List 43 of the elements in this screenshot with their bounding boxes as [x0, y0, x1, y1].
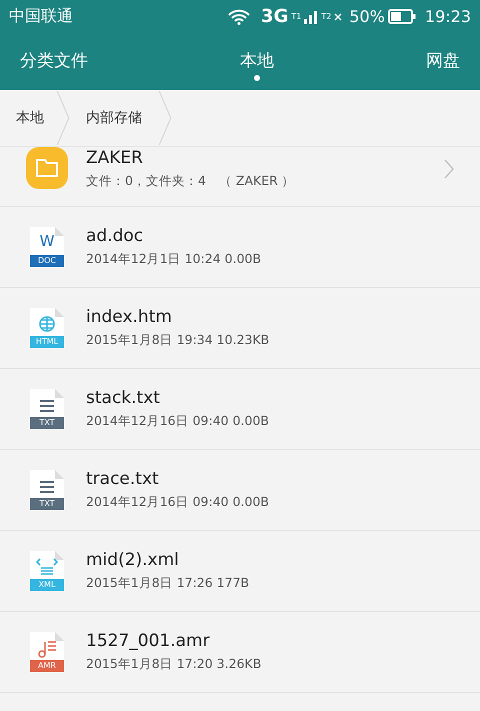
file-row[interactable]: AMR 1527_001.amr 2015年1月8日 17:20 3.26KB — [0, 612, 480, 693]
file-details: 2014年12月16日 09:40 0.00B — [86, 413, 270, 430]
file-row[interactable]: HTML index.htm 2015年1月8日 19:34 10.23KB — [0, 288, 480, 369]
carrier-name: 中国联通 — [9, 6, 73, 27]
file-details: 2014年12月1日 10:24 0.00B — [86, 251, 262, 268]
file-details: 2015年1月8日 19:34 10.23KB — [86, 332, 270, 349]
breadcrumb-item[interactable]: 内部存储 — [70, 109, 158, 127]
file-name: mid(2).xml — [86, 550, 180, 570]
battery-icon — [388, 9, 416, 24]
file-details: 2015年1月8日 17:20 3.26KB — [86, 656, 262, 673]
file-row[interactable]: TXT trace.txt 2014年12月16日 09:40 0.00B — [0, 450, 480, 531]
file-row[interactable]: W DOC ad.doc 2014年12月1日 10:24 0.00B — [0, 207, 480, 288]
folder-icon — [26, 147, 68, 189]
tab[interactable]: 分类文件 — [20, 49, 88, 74]
file-details: 2015年1月8日 17:26 177B — [86, 575, 250, 592]
signal-icon — [304, 10, 318, 24]
network-type: 3G — [261, 6, 288, 27]
wifi-icon — [228, 8, 250, 24]
file-icon: AMR — [30, 632, 64, 672]
file-row[interactable]: TXT stack.txt 2014年12月16日 09:40 0.00B — [0, 369, 480, 450]
file-icon: TXT — [30, 389, 64, 429]
file-name: trace.txt — [86, 469, 160, 489]
file-icon: HTML — [30, 308, 64, 348]
clock: 19:23 — [424, 7, 471, 26]
file-row[interactable]: ZAKER 文件：0，文件夹：4 （ ZAKER ） — [0, 147, 480, 207]
file-icon: XML — [30, 551, 64, 591]
file-details: 文件：0，文件夹：4 （ ZAKER ） — [86, 173, 295, 190]
battery-percent: 50% — [349, 7, 385, 26]
tab[interactable]: 本地 — [240, 49, 274, 83]
file-icon: W DOC — [30, 227, 64, 267]
file-details: 2014年12月16日 09:40 0.00B — [86, 494, 270, 511]
sim-label: T1 — [291, 12, 302, 21]
file-row[interactable]: XML mid(2).xml 2015年1月8日 17:26 177B — [0, 531, 480, 612]
no-signal-icon — [334, 12, 342, 20]
file-name: stack.txt — [86, 388, 161, 408]
file-icon: TXT — [30, 470, 64, 510]
file-name: ad.doc — [86, 226, 144, 246]
sim-label: T2 — [321, 12, 332, 21]
breadcrumb-item[interactable]: 本地 — [0, 109, 56, 127]
file-name: index.htm — [86, 307, 173, 327]
tab[interactable]: 网盘 — [426, 49, 460, 74]
file-name: 1527_001.amr — [86, 631, 211, 651]
file-name: ZAKER — [86, 148, 144, 168]
